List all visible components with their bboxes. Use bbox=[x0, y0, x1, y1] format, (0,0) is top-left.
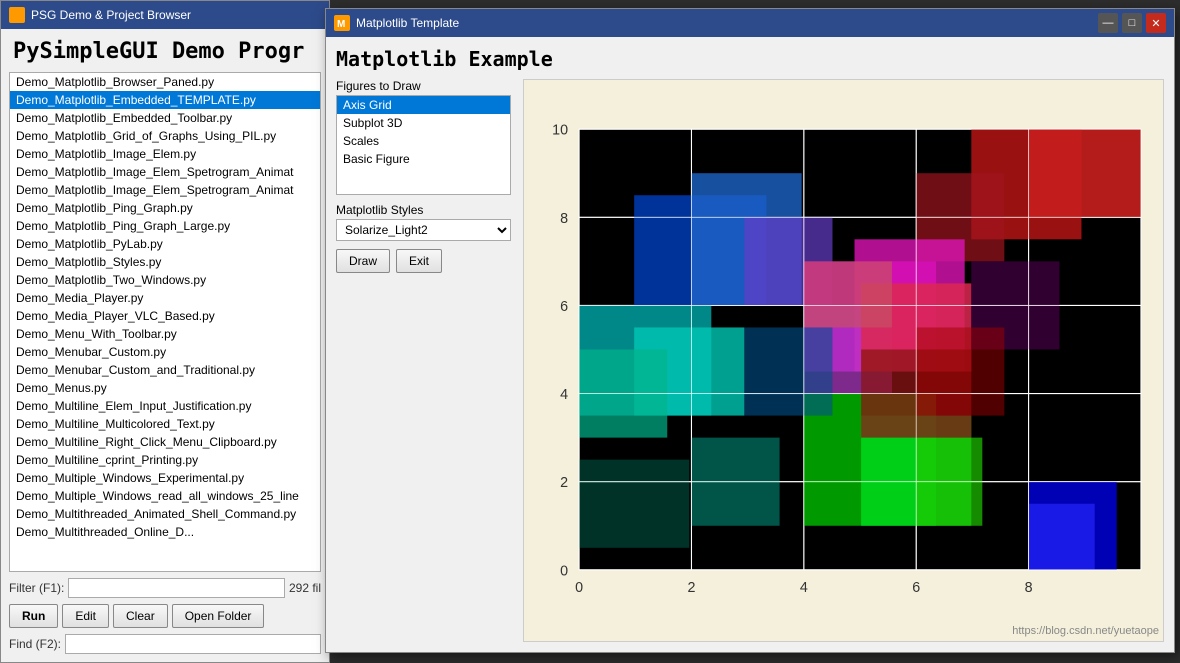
chart-area: 0 2 4 6 8 10 0 2 4 6 8 https://blog.csdn… bbox=[523, 79, 1164, 642]
file-list-item[interactable]: Demo_Multiline_Elem_Input_Justification.… bbox=[10, 397, 320, 415]
file-list: Demo_Matplotlib_Browser_Paned.pyDemo_Mat… bbox=[9, 72, 321, 572]
filter-count: 292 fil bbox=[289, 581, 321, 595]
file-list-item[interactable]: Demo_Matplotlib_PyLab.py bbox=[10, 235, 320, 253]
window-controls: — □ ✕ bbox=[1098, 13, 1166, 33]
style-label: Matplotlib Styles bbox=[336, 203, 511, 217]
file-list-item[interactable]: Demo_Menubar_Custom_and_Traditional.py bbox=[10, 361, 320, 379]
mpl-action-buttons: Draw Exit bbox=[336, 249, 511, 273]
watermark: https://blog.csdn.net/yuetaope bbox=[1012, 625, 1159, 637]
file-list-item[interactable]: Demo_Matplotlib_Grid_of_Graphs_Using_PIL… bbox=[10, 127, 320, 145]
file-list-item[interactable]: Demo_Multiple_Windows_read_all_windows_2… bbox=[10, 487, 320, 505]
action-buttons: Run Edit Clear Open Folder bbox=[1, 600, 329, 632]
mpl-titlebar: M Matplotlib Template — □ ✕ bbox=[326, 9, 1174, 37]
file-list-item[interactable]: Demo_Media_Player_VLC_Based.py bbox=[10, 307, 320, 325]
file-list-item[interactable]: Demo_Multiline_cprint_Printing.py bbox=[10, 451, 320, 469]
svg-text:0: 0 bbox=[560, 563, 568, 579]
svg-text:2: 2 bbox=[560, 475, 568, 491]
figures-section: Figures to Draw Axis GridSubplot 3DScale… bbox=[336, 79, 511, 195]
file-list-item[interactable]: Demo_Matplotlib_Styles.py bbox=[10, 253, 320, 271]
mpl-icon: M bbox=[334, 15, 350, 31]
file-list-item[interactable]: Demo_Multithreaded_Online_D... bbox=[10, 523, 320, 541]
file-list-item[interactable]: Demo_Multiline_Right_Click_Menu_Clipboar… bbox=[10, 433, 320, 451]
style-section: Matplotlib Styles Solarize_Light2ggplots… bbox=[336, 203, 511, 241]
find-label: Find (F2): bbox=[9, 637, 61, 651]
file-list-item[interactable]: Demo_Matplotlib_Image_Elem_Spetrogram_An… bbox=[10, 181, 320, 199]
chart-svg: 0 2 4 6 8 10 0 2 4 6 8 bbox=[524, 80, 1163, 641]
file-list-item[interactable]: Demo_Matplotlib_Image_Elem.py bbox=[10, 145, 320, 163]
psg-title: PSG Demo & Project Browser bbox=[31, 8, 191, 22]
mpl-title: Matplotlib Template bbox=[356, 16, 1092, 30]
filter-row: Filter (F1): 292 fil bbox=[1, 572, 329, 600]
svg-text:6: 6 bbox=[912, 580, 920, 596]
psg-heading: PySimpleGUI Demo Progr bbox=[1, 29, 329, 72]
svg-text:10: 10 bbox=[552, 123, 568, 139]
svg-text:M: M bbox=[337, 19, 345, 30]
run-button[interactable]: Run bbox=[9, 604, 58, 628]
find-row: Find (F2): bbox=[1, 632, 329, 662]
svg-text:0: 0 bbox=[575, 580, 583, 596]
file-list-item[interactable]: Demo_Multiline_Multicolored_Text.py bbox=[10, 415, 320, 433]
file-list-item[interactable]: Demo_Media_Player.py bbox=[10, 289, 320, 307]
file-list-item[interactable]: Demo_Matplotlib_Two_Windows.py bbox=[10, 271, 320, 289]
mpl-body: Matplotlib Example Figures to Draw Axis … bbox=[326, 37, 1174, 652]
figures-list-item[interactable]: Subplot 3D bbox=[337, 114, 510, 132]
file-list-item[interactable]: Demo_Menus.py bbox=[10, 379, 320, 397]
file-list-item[interactable]: Demo_Menubar_Custom.py bbox=[10, 343, 320, 361]
psg-window: PSG Demo & Project Browser PySimpleGUI D… bbox=[0, 0, 330, 663]
psg-icon bbox=[9, 7, 25, 23]
svg-text:4: 4 bbox=[800, 580, 808, 596]
file-list-item[interactable]: Demo_Matplotlib_Ping_Graph_Large.py bbox=[10, 217, 320, 235]
style-select[interactable]: Solarize_Light2ggplotseaborndark_backgro… bbox=[336, 219, 511, 241]
filter-input[interactable] bbox=[68, 578, 285, 598]
open-folder-button[interactable]: Open Folder bbox=[172, 604, 265, 628]
maximize-button[interactable]: □ bbox=[1122, 13, 1142, 33]
mpl-window: M Matplotlib Template — □ ✕ Matplotlib E… bbox=[325, 8, 1175, 653]
mpl-heading: Matplotlib Example bbox=[336, 47, 1164, 71]
file-list-item[interactable]: Demo_Matplotlib_Image_Elem_Spetrogram_An… bbox=[10, 163, 320, 181]
file-list-item[interactable]: Demo_Matplotlib_Browser_Paned.py bbox=[10, 73, 320, 91]
clear-button[interactable]: Clear bbox=[113, 604, 168, 628]
figures-list: Axis GridSubplot 3DScalesBasic Figure bbox=[336, 95, 511, 195]
file-list-item[interactable]: Demo_Multiple_Windows_Experimental.py bbox=[10, 469, 320, 487]
svg-text:4: 4 bbox=[560, 387, 568, 403]
svg-text:6: 6 bbox=[560, 299, 568, 315]
minimize-button[interactable]: — bbox=[1098, 13, 1118, 33]
file-list-item[interactable]: Demo_Menu_With_Toolbar.py bbox=[10, 325, 320, 343]
edit-button[interactable]: Edit bbox=[62, 604, 109, 628]
mpl-content: Figures to Draw Axis GridSubplot 3DScale… bbox=[336, 79, 1164, 642]
draw-button[interactable]: Draw bbox=[336, 249, 390, 273]
close-button[interactable]: ✕ bbox=[1146, 13, 1166, 33]
svg-text:2: 2 bbox=[687, 580, 695, 596]
filter-label: Filter (F1): bbox=[9, 581, 64, 595]
figures-list-item[interactable]: Axis Grid bbox=[337, 96, 510, 114]
find-input[interactable] bbox=[65, 634, 321, 654]
figures-list-item[interactable]: Scales bbox=[337, 132, 510, 150]
mpl-controls-panel: Figures to Draw Axis GridSubplot 3DScale… bbox=[336, 79, 511, 642]
figures-label: Figures to Draw bbox=[336, 79, 511, 93]
file-list-item[interactable]: Demo_Matplotlib_Embedded_Toolbar.py bbox=[10, 109, 320, 127]
psg-titlebar: PSG Demo & Project Browser bbox=[1, 1, 329, 29]
svg-text:8: 8 bbox=[560, 211, 568, 227]
svg-text:8: 8 bbox=[1025, 580, 1033, 596]
file-list-item[interactable]: Demo_Matplotlib_Embedded_TEMPLATE.py bbox=[10, 91, 320, 109]
figures-list-item[interactable]: Basic Figure bbox=[337, 150, 510, 168]
file-list-item[interactable]: Demo_Multithreaded_Animated_Shell_Comman… bbox=[10, 505, 320, 523]
exit-button[interactable]: Exit bbox=[396, 249, 442, 273]
file-list-item[interactable]: Demo_Matplotlib_Ping_Graph.py bbox=[10, 199, 320, 217]
